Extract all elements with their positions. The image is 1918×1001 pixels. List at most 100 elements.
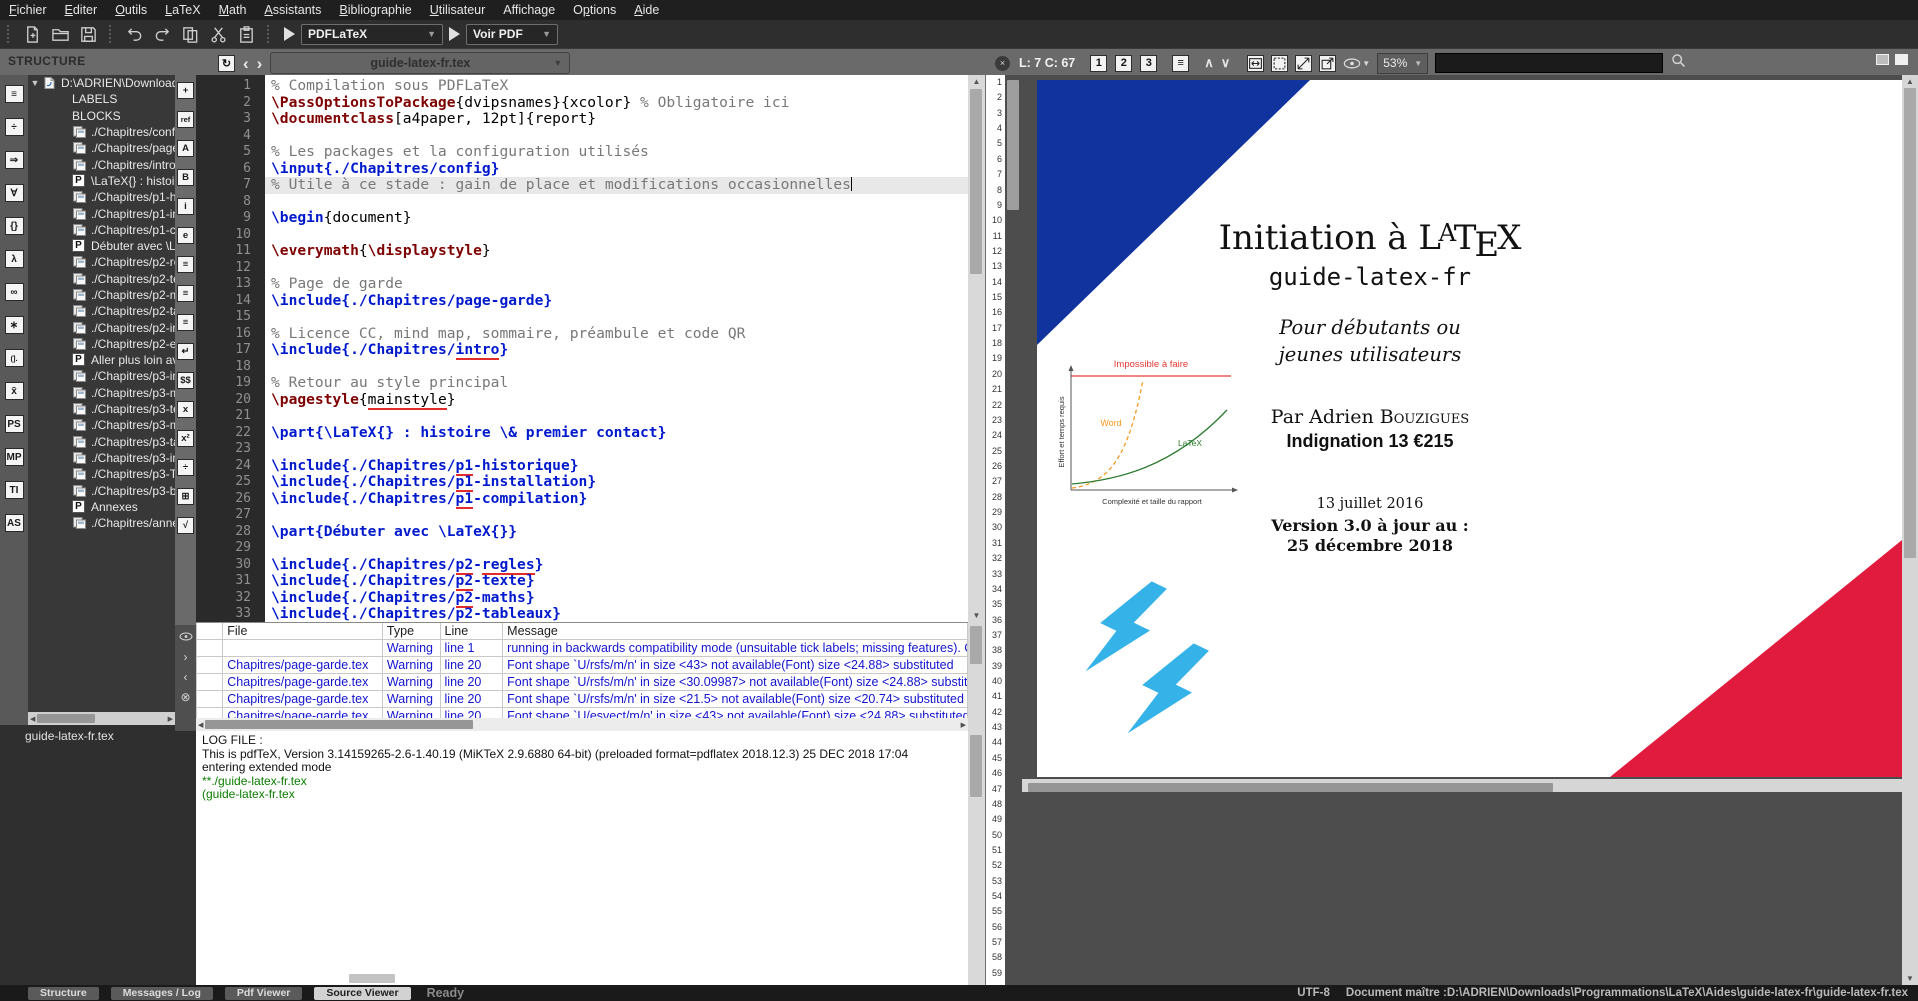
page-layout-2-button[interactable]: 2: [1115, 55, 1132, 72]
tree-item[interactable]: PAnnexes: [28, 499, 175, 515]
undo-icon[interactable]: [123, 23, 145, 45]
editor-tool-icon-xx[interactable]: x²: [177, 430, 194, 447]
page-layout-1-button[interactable]: 1: [1090, 55, 1107, 72]
messages-vscrollbar[interactable]: [968, 622, 985, 731]
code-line[interactable]: [265, 408, 968, 425]
table-row[interactable]: Chapitres/page-garde.texWarningline 20Fo…: [197, 691, 968, 708]
float-window-icon[interactable]: [1895, 54, 1908, 65]
table-row[interactable]: Chapitres/page-garde.texWarningline 20Fo…: [197, 674, 968, 691]
eye-icon[interactable]: [179, 630, 193, 644]
next-error-icon[interactable]: ›: [184, 650, 188, 664]
pdf-outer-vscrollbar[interactable]: ▲ ▼: [1902, 75, 1918, 985]
log-vscrollbar[interactable]: [968, 731, 985, 985]
metapost-icon[interactable]: MP: [5, 448, 24, 466]
tree-item[interactable]: ./Chapitres/p3-im: [28, 450, 175, 466]
editor-gutter[interactable]: 1234567891011121314151617181920212223242…: [196, 75, 265, 622]
delimiters-icon[interactable]: {}: [5, 217, 24, 235]
tree-item[interactable]: ./Chapitres/p2-ma: [28, 287, 175, 303]
ams-symbols-icon[interactable]: ∗: [5, 316, 24, 334]
external-window-icon[interactable]: [1319, 55, 1336, 72]
scroll-down-icon[interactable]: ▼: [968, 611, 985, 620]
scrollbar-thumb[interactable]: [970, 735, 982, 797]
editor-tool-icon-x[interactable]: √: [177, 517, 194, 534]
tree-hscrollbar[interactable]: ◀ ▶: [28, 712, 175, 725]
redo-icon[interactable]: [151, 23, 173, 45]
menu-item-options[interactable]: Options: [564, 0, 625, 20]
menu-item-latex[interactable]: LaTeX: [156, 0, 209, 20]
build-command-dropdown[interactable]: PDFLaTeX ▼: [301, 24, 443, 45]
code-line[interactable]: [265, 128, 968, 145]
status-toggle-structure[interactable]: Structure: [28, 987, 99, 1000]
editor-tool-icon-x[interactable]: ⊞: [177, 488, 194, 505]
code-line[interactable]: [265, 441, 968, 458]
code-line[interactable]: \part{Débuter avec \LaTeX{}}: [265, 524, 968, 541]
code-line[interactable]: \include{./Chapitres/p1-installation}: [265, 474, 968, 491]
tree-item[interactable]: PAller plus loin ave: [28, 352, 175, 368]
tree-item[interactable]: ./Chapitres/p2-re: [28, 254, 175, 270]
table-header-cell[interactable]: File: [223, 623, 383, 640]
code-line[interactable]: [265, 194, 968, 211]
code-line[interactable]: % Licence CC, mind map, sommaire, préamb…: [265, 326, 968, 343]
tree-item[interactable]: ./Chapitres/p2-te: [28, 271, 175, 287]
log-hscrollbar-thumb[interactable]: [349, 974, 395, 983]
tree-item[interactable]: ./Chapitres/p3-mo: [28, 385, 175, 401]
editor-tool-icon-ref[interactable]: ref: [177, 111, 194, 128]
view-build-button[interactable]: [449, 27, 460, 41]
code-line[interactable]: \include{./Chapitres/p2-texte}: [265, 573, 968, 590]
pstricks-icon[interactable]: PS: [5, 415, 24, 433]
tree-item[interactable]: ./Chapitres/p3-ma: [28, 417, 175, 433]
code-line[interactable]: \part{\LaTeX{} : histoire \& premier con…: [265, 425, 968, 442]
unicode-symbols-icon[interactable]: x̄: [5, 382, 24, 400]
copy-icon[interactable]: [179, 23, 201, 45]
code-line[interactable]: \include{./Chapitres/intro}: [265, 342, 968, 359]
zoom-dropdown[interactable]: 53% ▼: [1377, 53, 1428, 74]
scrollbar-thumb[interactable]: [1028, 783, 1553, 792]
tree-item[interactable]: ./Chapitres/p1-ins: [28, 205, 175, 221]
code-line[interactable]: \include{./Chapitres/p1-historique}: [265, 458, 968, 475]
paste-icon[interactable]: [235, 23, 257, 45]
status-toggle-source-viewer[interactable]: Source Viewer: [314, 987, 410, 1000]
editor-code-area[interactable]: % Compilation sous PDFLaTeX\PassOptionsT…: [265, 75, 968, 622]
left-delimiters-icon[interactable]: (].: [5, 349, 24, 367]
scroll-down-icon[interactable]: ▼: [1902, 974, 1918, 983]
tree-expand-caret[interactable]: ▼: [28, 78, 42, 88]
table-header-cell[interactable]: Message: [503, 623, 968, 640]
asymptote-icon[interactable]: AS: [5, 514, 24, 532]
continuous-mode-icon[interactable]: ≡: [1172, 55, 1189, 72]
tree-item[interactable]: PDébuter avec \La: [28, 238, 175, 254]
pdf-search-input[interactable]: [1435, 53, 1663, 73]
scrollbar-thumb[interactable]: [1904, 88, 1916, 558]
table-header-cell[interactable]: Line: [440, 623, 503, 640]
new-document-icon[interactable]: [21, 23, 43, 45]
tree-item[interactable]: BLOCKS: [28, 108, 175, 124]
scroll-right-icon[interactable]: ▶: [166, 715, 175, 723]
code-line[interactable]: [265, 359, 968, 376]
chevron-up-icon[interactable]: ∧: [1204, 55, 1214, 71]
presentation-eye-icon[interactable]: ▼: [1343, 58, 1370, 69]
menu-item-assistants[interactable]: Assistants: [255, 0, 330, 20]
tree-item[interactable]: ./Chapitres/page-: [28, 140, 175, 156]
menu-item-bibliographie[interactable]: Bibliographie: [330, 0, 420, 20]
code-line[interactable]: \include{./Chapitres/page-garde}: [265, 293, 968, 310]
divide-symbols-icon[interactable]: ÷: [5, 118, 24, 136]
greek-symbols-icon[interactable]: λ: [5, 250, 24, 268]
tree-item[interactable]: ./Chapitres/p3-te: [28, 401, 175, 417]
code-line[interactable]: \documentclass[a4paper, 12pt]{report}: [265, 111, 968, 128]
editor-tool-icon-x[interactable]: ≡: [177, 256, 194, 273]
pdf-viewer-canvas[interactable]: Initiation à LATEX guide-latex-fr Pour d…: [1022, 75, 1902, 985]
editor-tool-icon-e[interactable]: e: [177, 227, 194, 244]
scrollbar-thumb[interactable]: [970, 626, 982, 664]
tree-item[interactable]: ./Chapitres/p2-tab: [28, 303, 175, 319]
save-icon[interactable]: [77, 23, 99, 45]
fit-width-icon[interactable]: [1247, 55, 1264, 72]
structure-tree[interactable]: ▼D:\ADRIEN\DownloadLABELSBLOCKS./Chapitr…: [28, 75, 175, 712]
menu-item-affichage[interactable]: Affichage: [494, 0, 564, 20]
table-row[interactable]: Warningline 1running in backwards compat…: [197, 640, 968, 657]
editor-tool-icon-x[interactable]: ÷: [177, 459, 194, 476]
code-line[interactable]: \include{./Chapitres/p2-tableaux}: [265, 606, 968, 622]
tree-item[interactable]: ▼D:\ADRIEN\Download: [28, 75, 175, 91]
quick-build-button[interactable]: [284, 27, 295, 41]
tree-item[interactable]: ./Chapitres/p2-er: [28, 336, 175, 352]
code-line[interactable]: [265, 540, 968, 557]
menu-item-math[interactable]: Math: [210, 0, 256, 20]
